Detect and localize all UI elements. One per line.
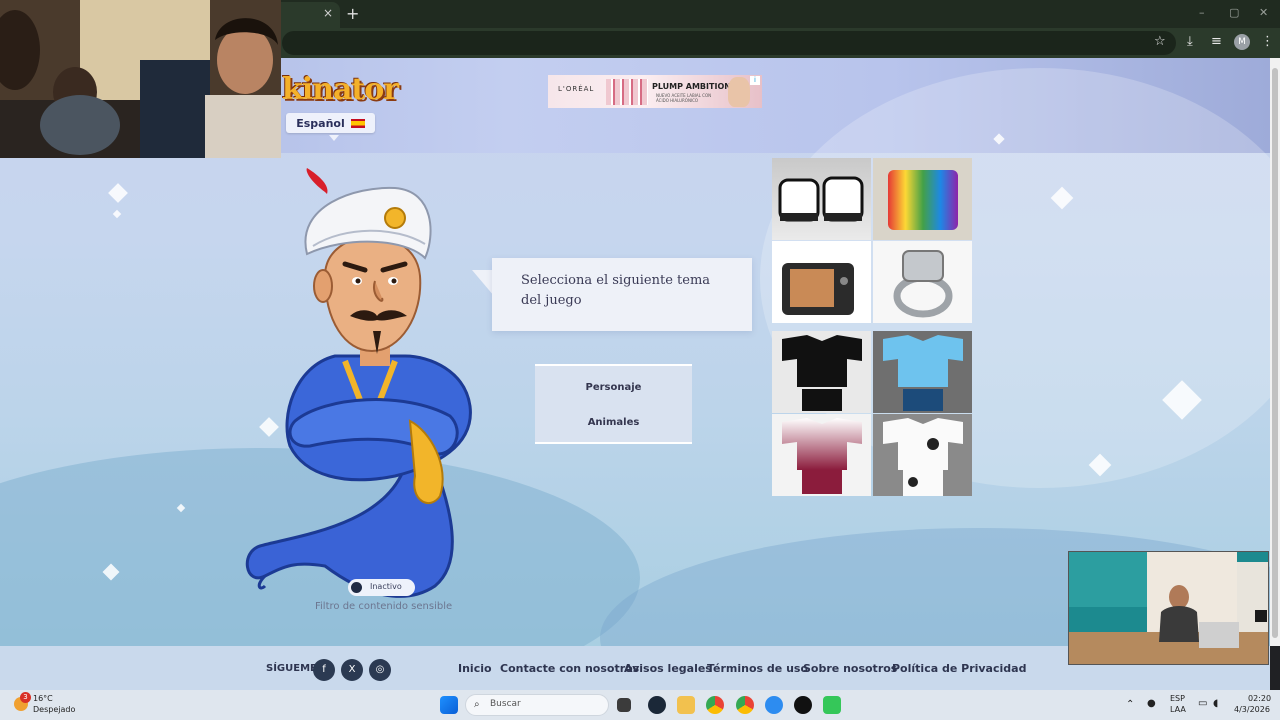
weather-desc[interactable]: Despejado bbox=[33, 705, 75, 714]
file-explorer-icon[interactable] bbox=[677, 696, 695, 714]
network-icon[interactable]: ▭ bbox=[1198, 698, 1207, 709]
follow-label: SÍGUEME bbox=[266, 663, 317, 674]
language-selector[interactable]: Español bbox=[286, 113, 375, 133]
sensitive-filter-toggle[interactable]: Inactivo bbox=[348, 579, 415, 596]
app-icon[interactable] bbox=[823, 696, 841, 714]
colorful-wallet-image[interactable] bbox=[873, 158, 972, 240]
footer-link-terminos[interactable]: Términos de uso bbox=[707, 662, 808, 675]
queue-icon[interactable]: ≡ bbox=[1211, 34, 1222, 49]
genie-illustration bbox=[245, 168, 472, 598]
sparkle-icon bbox=[108, 183, 128, 203]
sneakers-image[interactable] bbox=[772, 158, 871, 240]
x-icon[interactable]: X bbox=[341, 659, 363, 681]
chrome-active-icon[interactable] bbox=[736, 696, 754, 714]
minimize-button[interactable]: – bbox=[1199, 6, 1205, 19]
footer-link-inicio[interactable]: Inicio bbox=[458, 662, 492, 675]
new-tab-button[interactable]: + bbox=[346, 4, 359, 23]
footer-link-privacidad[interactable]: Política de Privacidad bbox=[892, 662, 1026, 675]
language-label: Español bbox=[296, 116, 345, 130]
lip-oil-products-image bbox=[606, 79, 648, 105]
product-ad-grid[interactable] bbox=[772, 158, 972, 498]
microphone-icon[interactable]: ● bbox=[1147, 698, 1156, 709]
speaker-icon[interactable]: ◖ bbox=[1213, 698, 1218, 709]
webcam-overlay-main bbox=[0, 0, 281, 158]
menu-icon[interactable]: ⋮ bbox=[1261, 34, 1274, 49]
tab-close-icon[interactable]: × bbox=[323, 6, 333, 20]
toggle-label: Inactivo bbox=[370, 582, 402, 591]
discord-icon[interactable]: ◎ bbox=[369, 659, 391, 681]
adchoices-icon[interactable]: i bbox=[750, 76, 760, 85]
address-bar[interactable] bbox=[282, 31, 1176, 55]
scrollbar-thumb[interactable] bbox=[1272, 68, 1278, 638]
language-indicator-top[interactable]: ESP bbox=[1170, 694, 1185, 703]
black-outfit-image[interactable] bbox=[772, 331, 871, 413]
palm-print-outfit-image[interactable] bbox=[873, 331, 972, 413]
answer-personaje[interactable]: Personaje bbox=[535, 382, 692, 393]
filter-label: Filtro de contenido sensible bbox=[315, 601, 453, 612]
chrome-icon[interactable] bbox=[706, 696, 724, 714]
close-window-button[interactable]: ✕ bbox=[1259, 6, 1268, 19]
page-scrollbar[interactable] bbox=[1270, 58, 1280, 646]
app-icon[interactable] bbox=[765, 696, 783, 714]
mini-tv-image[interactable] bbox=[772, 241, 871, 323]
windows-start-icon[interactable] bbox=[440, 696, 458, 714]
windows-taskbar: 3 16°C Despejado ⌕ Buscar ⌃ ● ESP LAA ▭ … bbox=[0, 690, 1280, 720]
footer-link-sobre[interactable]: Sobre nosotros bbox=[803, 662, 897, 675]
footer-link-avisos[interactable]: Avisos legales bbox=[624, 662, 712, 675]
ad-subline: NUEVO ACEITE LABIAL CON ÁCIDO HIALURÓNIC… bbox=[656, 93, 712, 103]
webcam-overlay-secondary bbox=[1068, 551, 1269, 665]
language-indicator-bottom[interactable]: LAA bbox=[1170, 705, 1186, 714]
profile-avatar[interactable]: M bbox=[1234, 34, 1250, 50]
download-icon[interactable]: ⤓ bbox=[1187, 34, 1193, 49]
white-print-outfit-image[interactable] bbox=[873, 414, 972, 496]
ad-headline: PLUMP AMBITION bbox=[652, 82, 731, 91]
search-icon: ⌕ bbox=[474, 699, 480, 710]
steam-icon[interactable] bbox=[648, 696, 666, 714]
ad-brand: L'ORÉAL bbox=[558, 85, 595, 93]
taskbar-search[interactable]: ⌕ Buscar bbox=[465, 694, 609, 716]
app-icon[interactable] bbox=[794, 696, 812, 714]
sparkle-icon bbox=[112, 209, 122, 219]
answer-list: Personaje Animales bbox=[535, 364, 692, 444]
chevron-up-icon[interactable]: ⌃ bbox=[1126, 699, 1134, 710]
weather-temp[interactable]: 16°C bbox=[33, 694, 53, 703]
answer-animales[interactable]: Animales bbox=[535, 417, 692, 428]
ad-banner[interactable]: L'ORÉAL PLUMP AMBITION NUEVO ACEITE LABI… bbox=[548, 75, 762, 108]
star-icon[interactable]: ☆ bbox=[1154, 34, 1166, 49]
maximize-button[interactable]: ▢ bbox=[1229, 6, 1239, 19]
bubble-tail bbox=[472, 270, 494, 296]
search-placeholder: Buscar bbox=[490, 699, 521, 709]
task-view-icon[interactable] bbox=[617, 698, 631, 712]
akinator-logo[interactable]: kinator bbox=[282, 72, 399, 107]
clock-time[interactable]: 02:20 bbox=[1248, 694, 1271, 703]
toggle-knob bbox=[351, 582, 362, 593]
footer-link-contacto[interactable]: Contacte con nosotros bbox=[500, 662, 639, 675]
gradient-outfit-image[interactable] bbox=[772, 414, 871, 496]
spain-flag-icon bbox=[350, 118, 365, 128]
lighter-ring-image[interactable] bbox=[873, 241, 972, 323]
weather-badge: 3 bbox=[20, 692, 31, 703]
clock-date[interactable]: 4/3/2026 bbox=[1234, 705, 1270, 714]
question-text: Selecciona el siguiente tema del juego bbox=[521, 273, 711, 308]
facebook-icon[interactable]: f bbox=[313, 659, 335, 681]
model-face-image bbox=[728, 77, 750, 107]
chevron-down-icon bbox=[329, 135, 339, 141]
